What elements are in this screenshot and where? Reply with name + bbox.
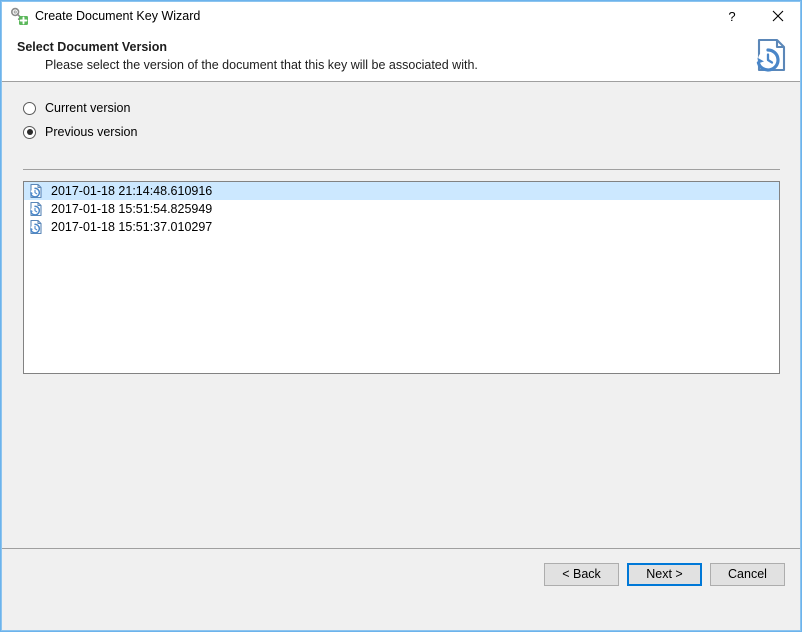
version-listbox[interactable]: 2017-01-18 21:14:48.610916 2017-01-18 15… <box>23 181 780 374</box>
close-button[interactable] <box>755 1 801 31</box>
titlebar: Create Document Key Wizard ? <box>1 1 801 31</box>
list-item[interactable]: 2017-01-18 15:51:54.825949 <box>24 200 779 218</box>
list-item[interactable]: 2017-01-18 21:14:48.610916 <box>24 182 779 200</box>
cancel-button[interactable]: Cancel <box>710 563 785 586</box>
document-version-history-icon <box>751 35 791 75</box>
document-version-icon <box>28 219 44 235</box>
page-subtitle: Please select the version of the documen… <box>45 58 478 72</box>
question-mark-icon: ? <box>728 8 736 24</box>
page-title: Select Document Version <box>17 40 168 54</box>
document-version-icon <box>28 201 44 217</box>
titlebar-controls: ? <box>709 1 801 31</box>
list-item-label: 2017-01-18 15:51:37.010297 <box>51 220 213 234</box>
wizard-footer: < Back Next > Cancel <box>1 548 801 597</box>
radio-previous-version-mark <box>23 125 36 139</box>
close-icon <box>772 10 784 22</box>
window-title: Create Document Key Wizard <box>35 9 201 23</box>
footer-button-group: < Back Next > Cancel <box>544 563 785 586</box>
green-plus-badge <box>19 16 28 25</box>
radio-current-version-mark <box>23 101 36 115</box>
create-document-key-wizard-window: Create Document Key Wizard ? Select Docu… <box>0 0 802 632</box>
next-button[interactable]: Next > <box>627 563 702 586</box>
wizard-header: Select Document Version Please select th… <box>1 31 801 82</box>
back-button[interactable]: < Back <box>544 563 619 586</box>
list-item-label: 2017-01-18 15:51:54.825949 <box>51 202 213 216</box>
radio-current-version-label: Current version <box>45 101 131 115</box>
wizard-body: Current version Previous version 2017-01… <box>1 98 801 548</box>
section-divider <box>23 169 780 170</box>
radio-current-version[interactable]: Current version <box>23 98 801 118</box>
key-add-icon <box>9 6 29 26</box>
list-item[interactable]: 2017-01-18 15:51:37.010297 <box>24 218 779 236</box>
list-item-label: 2017-01-18 21:14:48.610916 <box>51 184 213 198</box>
help-button[interactable]: ? <box>709 1 755 31</box>
radio-previous-version[interactable]: Previous version <box>23 122 801 142</box>
radio-previous-version-label: Previous version <box>45 125 138 139</box>
document-version-icon <box>28 183 44 199</box>
